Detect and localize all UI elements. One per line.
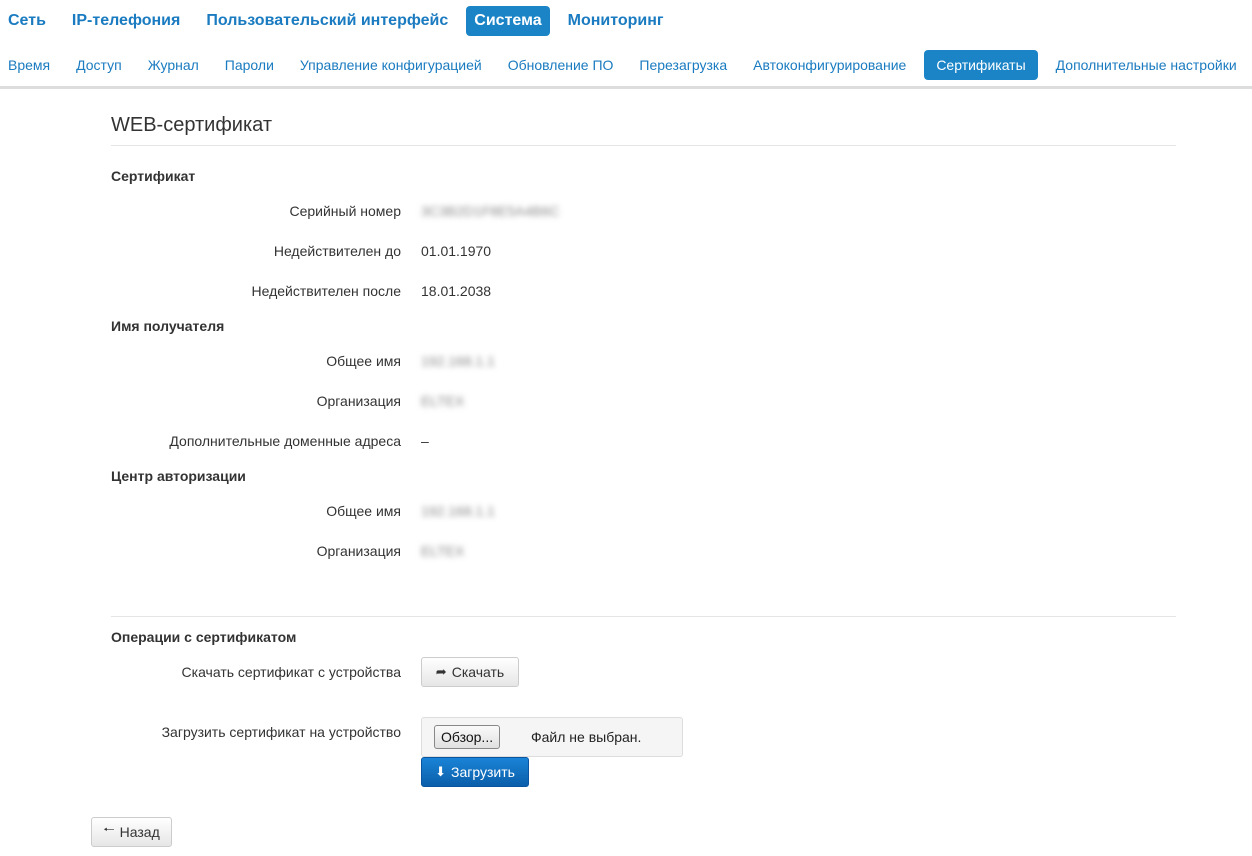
subject-common-name-value: 192.168.1.1: [421, 353, 495, 369]
sub-nav-config-management[interactable]: Управление конфигурацией: [292, 50, 490, 80]
subject-common-name-label: Общее имя: [326, 353, 401, 369]
sub-nav-certificates[interactable]: Сертификаты: [924, 50, 1038, 80]
top-nav-monitoring[interactable]: Мониторинг: [560, 6, 672, 36]
title-divider: [111, 145, 1176, 146]
download-cert-label: Скачать сертификат с устройства: [181, 664, 401, 680]
sub-nav-log[interactable]: Журнал: [140, 50, 207, 80]
download-button-label: Скачать: [451, 664, 505, 680]
top-nav-network[interactable]: Сеть: [0, 6, 54, 36]
operations-divider: [111, 616, 1176, 617]
sub-nav: Время Доступ Журнал Пароли Управление ко…: [0, 50, 1252, 80]
top-nav: Сеть IP-телефония Пользовательский интер…: [0, 6, 682, 36]
serial-number-label: Серийный номер: [289, 203, 401, 219]
subject-organization-label: Организация: [316, 393, 401, 409]
section-operations: Операции с сертификатом: [111, 629, 297, 645]
share-arrow-icon: ➦: [435, 664, 447, 679]
browse-button[interactable]: Обзор...: [434, 725, 501, 749]
sub-nav-divider: [0, 86, 1252, 89]
issuer-common-name-value: 192.168.1.1: [421, 503, 495, 519]
top-nav-ip-telephony[interactable]: IP-телефония: [64, 6, 188, 36]
top-nav-system[interactable]: Система: [466, 6, 550, 36]
not-after-label: Недействителен после: [251, 283, 401, 299]
not-after-value: 18.01.2038: [421, 283, 492, 299]
sub-nav-firmware-update[interactable]: Обновление ПО: [500, 50, 622, 80]
serial-number-value: 3C3B2D1F8E5A4B6C: [421, 203, 560, 219]
section-certificate: Сертификат: [111, 168, 196, 184]
sub-nav-time[interactable]: Время: [0, 50, 58, 80]
alt-domain-names-label: Дополнительные доменные адреса: [169, 433, 401, 449]
issuer-organization-value: ELTEX: [421, 543, 465, 559]
sub-nav-access[interactable]: Доступ: [68, 50, 130, 80]
section-issuer: Центр авторизации: [111, 468, 246, 484]
upload-button[interactable]: ⬇ Загрузить: [421, 757, 529, 787]
sub-nav-reboot[interactable]: Перезагрузка: [631, 50, 735, 80]
arrow-left-icon: 🠐: [103, 822, 115, 837]
download-tray-icon: ⬇: [435, 764, 446, 779]
sub-nav-passwords[interactable]: Пароли: [217, 50, 282, 80]
file-status-text: Файл не выбран.: [531, 729, 642, 745]
upload-cert-label: Загрузить сертификат на устройство: [161, 724, 401, 740]
alt-domain-names-value: –: [421, 433, 429, 449]
download-button[interactable]: ➦ Скачать: [421, 657, 519, 687]
sub-nav-advanced-settings[interactable]: Дополнительные настройки: [1048, 50, 1245, 80]
page-title: WEB-сертификат: [111, 114, 273, 136]
back-button-label: Назад: [119, 824, 160, 840]
upload-button-label: Загрузить: [450, 764, 515, 780]
section-subject: Имя получателя: [111, 318, 225, 334]
top-nav-user-interface[interactable]: Пользовательский интерфейс: [198, 6, 456, 36]
not-before-label: Недействителен до: [273, 243, 401, 259]
sub-nav-autoconfig[interactable]: Автоконфигурирование: [745, 50, 914, 80]
issuer-common-name-label: Общее имя: [326, 503, 401, 519]
issuer-organization-label: Организация: [316, 543, 401, 559]
back-button[interactable]: 🠐 Назад: [91, 817, 172, 847]
not-before-value: 01.01.1970: [421, 243, 492, 259]
subject-organization-value: ELTEX: [421, 393, 465, 409]
file-input: Обзор... Файл не выбран.: [421, 717, 683, 757]
